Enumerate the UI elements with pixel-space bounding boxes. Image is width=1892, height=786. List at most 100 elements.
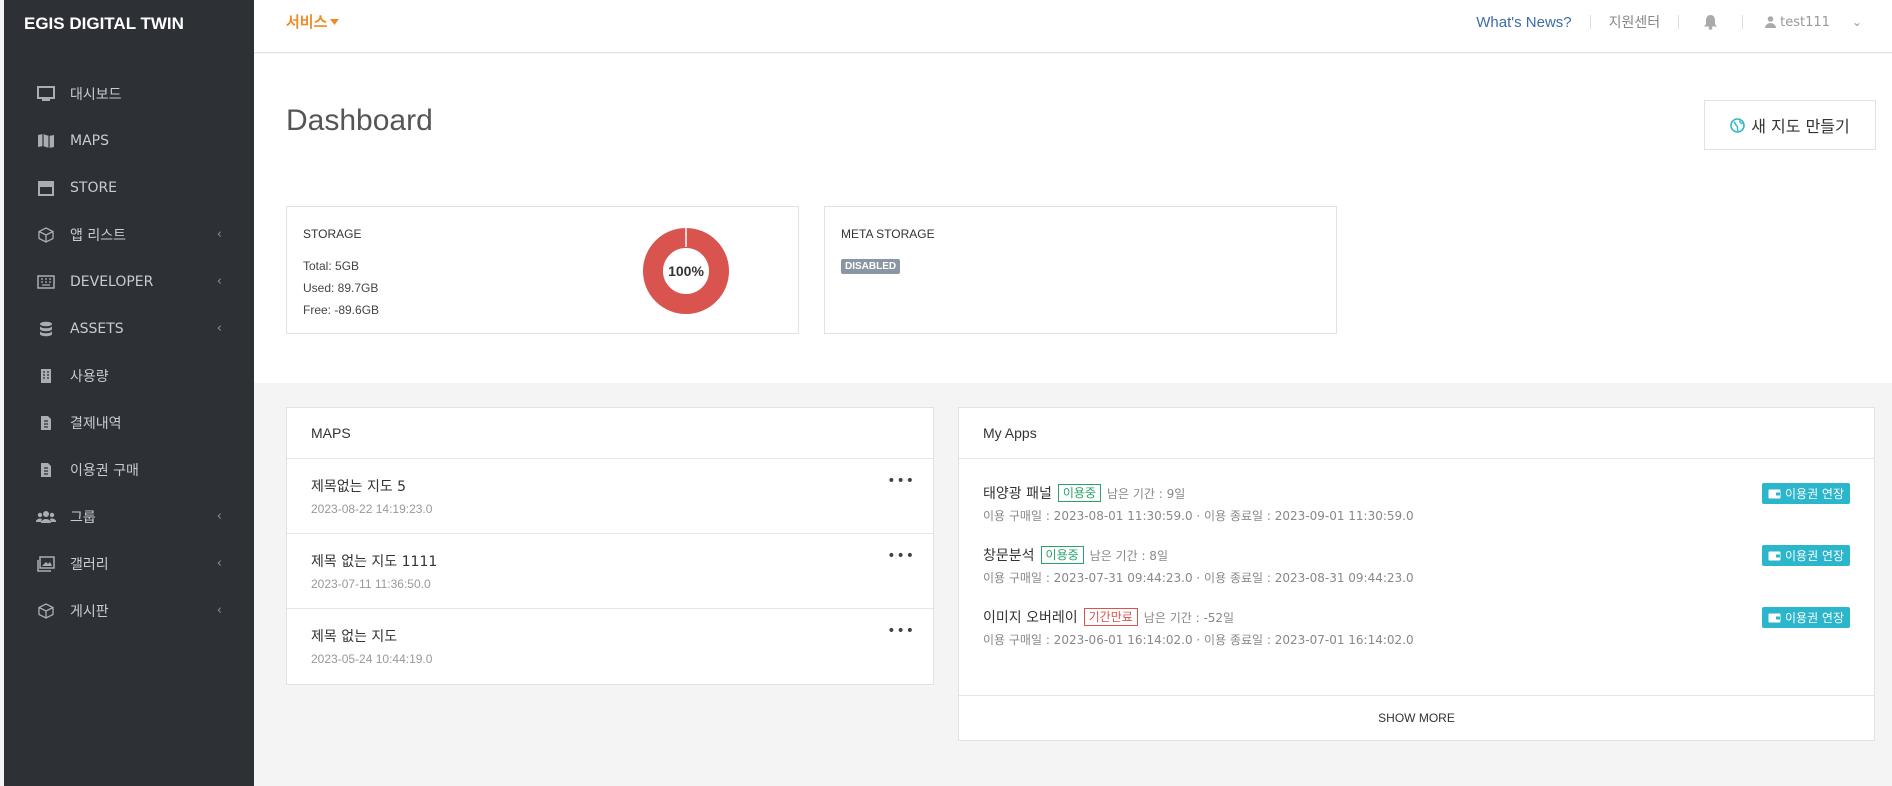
sidebar-item-app-list[interactable]: 앱 리스트 ‹ <box>4 211 254 258</box>
more-options-icon[interactable]: ••• <box>887 548 915 564</box>
extend-pass-button[interactable]: 이용권 연장 <box>1761 607 1850 628</box>
wallet-icon <box>1768 613 1781 622</box>
extend-pass-label: 이용권 연장 <box>1784 487 1844 501</box>
app-dates: 이용 구매일 : 2023-07-31 09:44:23.0 · 이용 종료일 … <box>983 571 1414 585</box>
sidebar-item-board[interactable]: 게시판 ‹ <box>4 587 254 634</box>
purchase-date: 이용 구매일 : 2023-08-01 11:30:59.0 <box>983 509 1193 523</box>
extend-pass-button[interactable]: 이용권 연장 <box>1761 483 1850 504</box>
more-options-icon[interactable]: ••• <box>887 473 915 489</box>
support-center-link[interactable]: 지원센터 <box>1591 12 1679 32</box>
sidebar-item-label: 이용권 구매 <box>70 462 139 479</box>
map-icon <box>36 131 56 151</box>
sidebar-item-developer[interactable]: DEVELOPER ‹ <box>4 258 254 305</box>
brand-logo[interactable]: EGIS DIGITAL TWIN <box>4 0 254 48</box>
extend-pass-label: 이용권 연장 <box>1784 611 1844 625</box>
map-date: 2023-05-24 10:44:19.0 <box>311 652 433 666</box>
wallet-icon <box>1768 551 1781 560</box>
map-name: 제목 없는 지도 1111 <box>311 554 438 570</box>
map-name: 제목없는 지도 5 <box>311 479 407 495</box>
sidebar-item-store[interactable]: STORE <box>4 164 254 211</box>
sidebar-item-buy-pass[interactable]: 이용권 구매 <box>4 446 254 493</box>
sidebar-item-label: 사용량 <box>70 368 109 385</box>
meta-storage-title: META STORAGE <box>841 227 935 241</box>
end-date: 이용 종료일 : 2023-07-01 16:14:02.0 <box>1204 633 1414 647</box>
status-badge: DISABLED <box>841 259 901 274</box>
storage-donut-chart: 100% <box>643 228 729 314</box>
more-options-icon[interactable]: ••• <box>887 623 915 639</box>
monitor-icon <box>36 84 56 104</box>
app-name[interactable]: 태양광 패널 <box>983 483 1052 503</box>
caret-down-icon <box>330 18 340 25</box>
extend-pass-label: 이용권 연장 <box>1784 549 1844 563</box>
sidebar-item-groups[interactable]: 그룹 ‹ <box>4 493 254 540</box>
show-more-button[interactable]: SHOW MORE <box>959 696 1874 741</box>
extend-pass-button[interactable]: 이용권 연장 <box>1761 545 1850 566</box>
list-item: 창문분석 이용중 남은 기간 : 8일 이용 구매일 : 2023-07-31 … <box>983 545 1850 607</box>
service-menu[interactable]: 서비스 <box>286 11 340 32</box>
map-name: 제목 없는 지도 <box>311 629 398 645</box>
building-icon <box>36 366 56 386</box>
purchase-date: 이용 구매일 : 2023-07-31 09:44:23.0 <box>983 571 1193 585</box>
service-label: 서비스 <box>286 13 328 31</box>
chevron-down-icon: ⌄ <box>1851 15 1862 29</box>
new-map-button[interactable]: 새 지도 만들기 <box>1704 100 1876 150</box>
sidebar-item-usage[interactable]: 사용량 <box>4 352 254 399</box>
database-icon <box>36 319 56 339</box>
users-icon <box>36 507 56 527</box>
status-badge: 이용중 <box>1040 546 1084 564</box>
maps-panel-title: MAPS <box>287 408 933 459</box>
user-menu[interactable]: test111 ⌄ <box>1743 15 1862 30</box>
app-dates: 이용 구매일 : 2023-06-01 16:14:02.0 · 이용 종료일 … <box>983 633 1414 647</box>
storage-title: STORAGE <box>303 227 362 241</box>
donut-percent-label: 100% <box>668 263 704 279</box>
sidebar-item-label: 갤러리 <box>70 556 109 573</box>
purchase-date: 이용 구매일 : 2023-06-01 16:14:02.0 <box>983 633 1193 647</box>
list-item[interactable]: 제목 없는 지도 1111 2023-07-11 11:36:50.0 ••• <box>287 534 933 609</box>
sidebar-nav: 대시보드 MAPS STORE 앱 리스트 ‹ DEVELOPER ‹ ASSE… <box>4 70 254 634</box>
sidebar-item-label: STORE <box>70 179 118 196</box>
sidebar-item-maps[interactable]: MAPS <box>4 117 254 164</box>
sidebar-item-label: MAPS <box>70 132 109 149</box>
list-item: 이미지 오버레이 기간만료 남은 기간 : -52일 이용 구매일 : 2023… <box>983 607 1850 669</box>
remaining-period: 남은 기간 : 8일 <box>1089 548 1168 563</box>
list-item[interactable]: 제목 없는 지도 2023-05-24 10:44:19.0 ••• <box>287 609 933 684</box>
maps-panel: MAPS 제목없는 지도 5 2023-08-22 14:19:23.0 •••… <box>286 407 934 685</box>
chevron-left-icon: ‹ <box>216 603 222 618</box>
list-item[interactable]: 제목없는 지도 5 2023-08-22 14:19:23.0 ••• <box>287 459 933 534</box>
storage-card: STORAGE Total: 5GB Used: 89.7GB Free: -8… <box>286 206 799 334</box>
topbar: 서비스 What's News? 지원센터 test111 ⌄ <box>254 0 1892 53</box>
store-icon <box>36 178 56 198</box>
chevron-left-icon: ‹ <box>216 274 222 289</box>
sidebar-item-label: 대시보드 <box>70 86 122 103</box>
app-list: 태양광 패널 이용중 남은 기간 : 9일 이용 구매일 : 2023-08-0… <box>959 459 1874 696</box>
bell-icon[interactable] <box>1679 14 1742 30</box>
whats-news-link[interactable]: What's News? <box>1458 14 1589 31</box>
sidebar-item-dashboard[interactable]: 대시보드 <box>4 70 254 117</box>
sidebar: EGIS DIGITAL TWIN 대시보드 MAPS STORE 앱 리스트 … <box>4 0 254 786</box>
status-badge: 기간만료 <box>1083 608 1138 626</box>
list-item: 태양광 패널 이용중 남은 기간 : 9일 이용 구매일 : 2023-08-0… <box>983 483 1850 545</box>
cube-icon <box>36 225 56 245</box>
username: test111 <box>1780 14 1830 30</box>
keyboard-icon <box>36 272 56 292</box>
new-map-label: 새 지도 만들기 <box>1751 117 1850 136</box>
storage-total: Total: 5GB <box>303 259 360 273</box>
map-date: 2023-07-11 11:36:50.0 <box>311 577 431 591</box>
wallet-icon <box>1768 489 1781 498</box>
app-name[interactable]: 이미지 오버레이 <box>983 607 1078 627</box>
sidebar-item-payments[interactable]: 결제내역 <box>4 399 254 446</box>
storage-used: Used: 89.7GB <box>303 281 379 295</box>
chevron-left-icon: ‹ <box>216 227 222 242</box>
app-dates: 이용 구매일 : 2023-08-01 11:30:59.0 · 이용 종료일 … <box>983 509 1414 523</box>
cube-icon <box>36 601 56 621</box>
chevron-left-icon: ‹ <box>216 321 222 336</box>
sidebar-item-assets[interactable]: ASSETS ‹ <box>4 305 254 352</box>
app-name[interactable]: 창문분석 <box>983 545 1035 565</box>
sidebar-item-label: ASSETS <box>70 320 124 337</box>
dashboard-header: Dashboard 새 지도 만들기 STORAGE Total: 5GB Us… <box>254 54 1892 383</box>
sidebar-item-gallery[interactable]: 갤러리 ‹ <box>4 540 254 587</box>
chevron-left-icon: ‹ <box>216 509 222 524</box>
end-date: 이용 종료일 : 2023-09-01 11:30:59.0 <box>1204 509 1414 523</box>
sidebar-item-label: 앱 리스트 <box>70 227 126 244</box>
chevron-left-icon: ‹ <box>216 556 222 571</box>
